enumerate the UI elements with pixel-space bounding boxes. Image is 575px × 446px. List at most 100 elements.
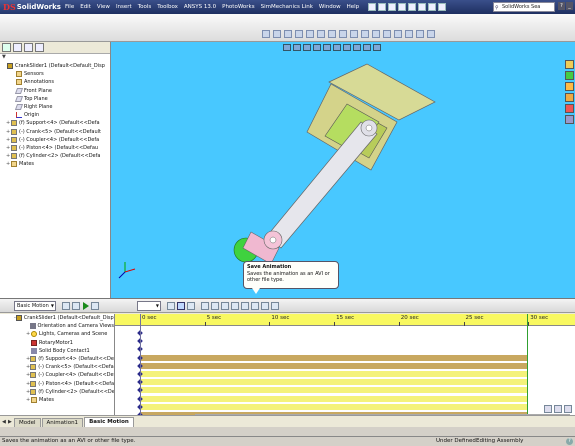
view-icon[interactable] <box>350 30 358 38</box>
property-manager-tab[interactable] <box>13 43 22 52</box>
resources-icon[interactable] <box>565 60 574 69</box>
view-icon[interactable] <box>427 30 435 38</box>
options-icon[interactable] <box>438 3 447 11</box>
timeline-bar[interactable] <box>140 362 528 369</box>
motion-tree-item[interactable]: +(-) Crank<5> (Default<<Default> <box>0 363 114 371</box>
calculate-icon[interactable] <box>62 301 70 310</box>
results-icon[interactable] <box>261 301 269 310</box>
add-key-icon[interactable] <box>211 301 219 310</box>
view-icon[interactable] <box>262 30 270 38</box>
cylinder-part[interactable] <box>306 63 436 171</box>
tree-item[interactable]: + (f) Cylinder<2> (Default<<Defa <box>2 152 110 160</box>
study-properties-icon[interactable] <box>271 301 279 310</box>
view-icon[interactable] <box>394 30 402 38</box>
file-explorer-icon[interactable] <box>565 82 574 91</box>
tab-model[interactable]: Model <box>14 418 41 427</box>
tree-item[interactable]: Sensors <box>2 70 110 78</box>
motion-tree-item[interactable]: Orientation and Camera Views <box>0 322 114 330</box>
view-icon[interactable] <box>361 30 369 38</box>
menu-item[interactable]: ANSYS 13.0 <box>181 0 219 14</box>
menu-item[interactable]: Edit <box>77 0 94 14</box>
tree-item[interactable]: Origin <box>2 111 110 119</box>
menu-item[interactable]: View <box>94 0 113 14</box>
tree-item[interactable]: + (-) Piston<4> (Default<<Defau <box>2 144 110 152</box>
view-icon[interactable] <box>405 30 413 38</box>
appearances-icon[interactable] <box>565 104 574 113</box>
stop-icon[interactable] <box>91 301 99 310</box>
motion-tree-item[interactable]: +(-) Coupler<4> (Default<<Default> <box>0 371 114 379</box>
view-icon[interactable] <box>284 30 292 38</box>
timeline-bar[interactable] <box>140 395 528 402</box>
graphics-area[interactable]: Save Animation Saves the animation as an… <box>111 42 575 298</box>
tab-basic-motion[interactable]: Basic Motion <box>84 417 134 427</box>
view-icon[interactable] <box>416 30 424 38</box>
tree-item[interactable]: + Mates <box>2 160 110 168</box>
menu-item[interactable]: SimMechanics Link <box>258 0 316 14</box>
timeline-bar[interactable] <box>140 354 528 361</box>
menu-item[interactable]: Window <box>316 0 344 14</box>
play-from-start-icon[interactable] <box>72 301 80 310</box>
menu-item[interactable]: Insert <box>113 0 135 14</box>
minimize-icon[interactable]: _ <box>566 2 573 10</box>
contact-icon[interactable] <box>241 301 249 310</box>
menu-item[interactable]: Help <box>344 0 363 14</box>
feature-manager-tab[interactable] <box>2 43 11 52</box>
play-icon[interactable] <box>83 301 89 310</box>
print-icon[interactable] <box>398 3 407 11</box>
save-icon[interactable] <box>388 3 397 11</box>
zoom-fit-icon[interactable] <box>564 405 572 413</box>
help-icon[interactable]: ? <box>558 2 565 10</box>
view-icon[interactable] <box>306 30 314 38</box>
rebuild-icon[interactable] <box>428 3 437 11</box>
help-icon[interactable]: ? <box>566 438 573 445</box>
view-icon[interactable] <box>328 30 336 38</box>
time-bar[interactable] <box>140 314 141 415</box>
select-icon[interactable] <box>418 3 427 11</box>
motion-tree-item[interactable]: +(f) Support<4> (Default<<Default <box>0 355 114 363</box>
view-icon[interactable] <box>339 30 347 38</box>
timeline-bar[interactable] <box>140 371 528 377</box>
menu-item[interactable]: PhotoWorks <box>219 0 257 14</box>
motion-tree-item[interactable]: RotaryMotor1 <box>0 339 114 347</box>
timeline[interactable]: 0 sec 5 sec 10 sec 15 sec 20 sec 25 sec 30 sec <box>115 314 575 415</box>
spring-icon[interactable] <box>231 301 239 310</box>
time-ruler[interactable]: 0 sec 5 sec 10 sec 15 sec 20 sec 25 sec 30 sec <box>115 314 575 326</box>
motion-tree-item[interactable]: Solid Body Contact1 <box>0 347 114 355</box>
undo-icon[interactable] <box>408 3 417 11</box>
gravity-icon[interactable] <box>251 301 259 310</box>
tree-item[interactable]: + (f) Support<4> (Default<<Defa <box>2 119 110 127</box>
crank-part[interactable] <box>233 230 283 265</box>
view-icon[interactable] <box>273 30 281 38</box>
tree-item[interactable]: CrankSlider1 (Default<Default_Disp <box>2 62 110 70</box>
save-animation-icon[interactable] <box>177 301 185 310</box>
view-icon[interactable] <box>295 30 303 38</box>
search-results-icon[interactable] <box>565 93 574 102</box>
solidworks-logo[interactable]: DS SolidWorks <box>0 0 61 14</box>
tree-item[interactable]: Annotations <box>2 78 110 86</box>
tab-animation1[interactable]: Animation1 <box>41 418 84 427</box>
timeline-bar[interactable] <box>140 403 528 410</box>
tree-item[interactable]: Right Plane <box>2 103 110 111</box>
timeline-bar[interactable] <box>140 387 528 394</box>
display-manager-tab[interactable] <box>35 43 44 52</box>
new-icon[interactable] <box>368 3 377 11</box>
filter-icon[interactable]: ▼ <box>0 54 110 62</box>
menu-item[interactable]: File <box>62 0 77 14</box>
custom-properties-icon[interactable] <box>565 115 574 124</box>
autokey-icon[interactable] <box>201 301 209 310</box>
study-type-select[interactable]: Basic Motion ▼ <box>14 300 56 311</box>
motion-tree-item[interactable]: +(f) Cylinder<2> (Default<<Default <box>0 388 114 396</box>
timeline-bar[interactable] <box>140 379 528 386</box>
open-icon[interactable] <box>378 3 387 11</box>
zoom-in-icon[interactable] <box>544 405 552 413</box>
view-icon[interactable] <box>317 30 325 38</box>
tree-item[interactable]: Top Plane <box>2 95 110 103</box>
search-input[interactable]: ⚲ SolidWorks Sea <box>493 2 555 12</box>
tree-item[interactable]: + (-) Crank<5> (Default<<Default <box>2 128 110 136</box>
motor-icon[interactable] <box>221 301 229 310</box>
playback-mode-icon[interactable] <box>167 301 175 310</box>
motion-tree-item[interactable]: + Mates <box>0 396 114 404</box>
design-library-icon[interactable] <box>565 71 574 80</box>
view-icon[interactable] <box>383 30 391 38</box>
playback-speed-select[interactable]: ▼ <box>137 300 161 311</box>
